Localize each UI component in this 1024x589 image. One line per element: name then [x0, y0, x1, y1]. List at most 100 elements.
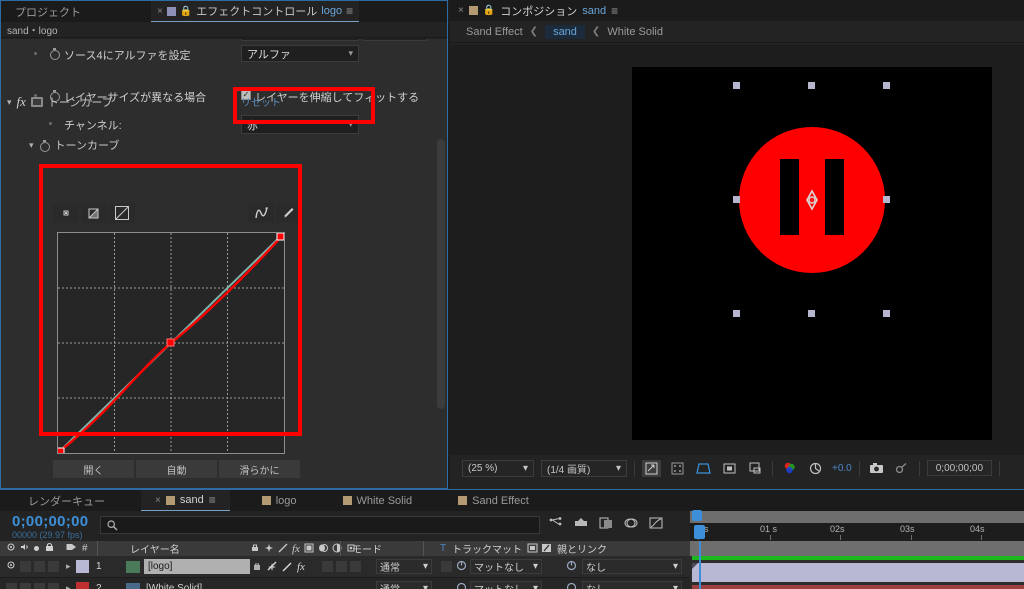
- layer-mode-dropdown[interactable]: 通常 ▾: [376, 581, 432, 589]
- tab-sand[interactable]: × sand ≡: [141, 490, 230, 511]
- channel-color-icon[interactable]: [780, 460, 799, 477]
- work-area-strip[interactable]: [690, 541, 1024, 556]
- selection-handle-tl[interactable]: [733, 82, 740, 89]
- stopwatch-icon[interactable]: [39, 139, 50, 152]
- tab-effect-controls[interactable]: × 🔒 エフェクトコントロール logo ≡: [151, 1, 360, 22]
- toggle-pixel-aspect-icon[interactable]: [746, 460, 765, 477]
- panel-menu-icon[interactable]: ≡: [346, 4, 353, 18]
- exposure-reset-icon[interactable]: [806, 460, 825, 477]
- layer-label-color[interactable]: [76, 582, 89, 589]
- work-area-start-handle[interactable]: [692, 510, 702, 521]
- layer-lock-toggle[interactable]: [48, 583, 59, 589]
- selection-handle-tr[interactable]: [883, 82, 890, 89]
- curve-box-small-icon[interactable]: [80, 203, 107, 223]
- zoom-level-dropdown[interactable]: (25 %) ▾: [462, 459, 534, 477]
- alpha-source-dropdown[interactable]: アルファ ▾: [241, 45, 359, 62]
- chevron-right-icon[interactable]: ▸: [66, 561, 71, 572]
- breadcrumb-item-sand-effect[interactable]: Sand Effect: [466, 26, 523, 38]
- chevron-down-icon[interactable]: ▾: [29, 140, 34, 151]
- breadcrumb-item-sand[interactable]: sand: [545, 24, 585, 39]
- selection-handle-ml[interactable]: [733, 196, 740, 203]
- curve-box-large-icon[interactable]: [108, 203, 135, 223]
- region-of-interest-icon[interactable]: [720, 460, 739, 477]
- layer-audio-toggle[interactable]: [20, 561, 31, 572]
- selection-handle-mr[interactable]: [883, 196, 890, 203]
- curve-smooth-button[interactable]: 滑らかに: [219, 460, 300, 478]
- selection-handle-bl[interactable]: [733, 310, 740, 317]
- toggle-transparency-grid-icon[interactable]: [642, 459, 661, 477]
- layer-name[interactable]: [White Solid]: [146, 583, 202, 589]
- effect-controls-scrollbar[interactable]: [437, 139, 445, 409]
- parent-link-dropdown[interactable]: なし ▾: [582, 559, 682, 574]
- effect-reset-link[interactable]: リセット: [241, 94, 281, 109]
- switch-box-3[interactable]: [350, 561, 361, 572]
- viewer-timecode[interactable]: 0;00;00;00: [926, 460, 993, 476]
- chevron-right-icon[interactable]: ▸: [66, 583, 71, 589]
- preserve-transparency-toggle[interactable]: [441, 561, 452, 572]
- selection-handle-bc[interactable]: [808, 310, 815, 317]
- layer-name[interactable]: [logo]: [144, 559, 250, 574]
- timeline-ruler[interactable]: 00s 01 s 02s 03s 04s: [690, 510, 1024, 541]
- tone-curve-group-header[interactable]: ▾ トーンカーブ: [23, 135, 119, 155]
- lock-icon[interactable]: 🔒: [483, 5, 495, 16]
- show-snapshot-icon[interactable]: [893, 460, 912, 477]
- current-time-display[interactable]: 0;00;00;00 00000 (29.97 fps): [12, 513, 88, 540]
- lock-icon[interactable]: 🔒: [180, 6, 192, 17]
- parent-pickwhip-icon[interactable]: [566, 582, 577, 589]
- effect-header-tone-curve[interactable]: ▾ fx トーンカーブ: [1, 92, 113, 112]
- curve-open-button[interactable]: 開く: [53, 460, 134, 478]
- tab-logo[interactable]: logo: [248, 490, 311, 511]
- close-icon[interactable]: ×: [458, 5, 464, 16]
- tab-project[interactable]: プロジェクト: [7, 4, 89, 20]
- selection-handle-br[interactable]: [883, 310, 890, 317]
- tab-sand-effect[interactable]: Sand Effect: [444, 490, 543, 511]
- resolution-dropdown[interactable]: (1/4 画質) ▾: [541, 459, 627, 477]
- layer-duration-bar-white-solid[interactable]: [692, 585, 1024, 589]
- breadcrumb-item-white-solid[interactable]: White Solid: [607, 26, 663, 38]
- switch-box-1[interactable]: [322, 561, 333, 572]
- layer-label-color[interactable]: [76, 560, 89, 573]
- point-tool-icon[interactable]: [53, 203, 79, 223]
- exposure-value[interactable]: +0.0: [832, 463, 852, 474]
- selection-handle-tc[interactable]: [808, 82, 815, 89]
- layer-switches[interactable]: [252, 561, 277, 571]
- track-matte-dropdown[interactable]: マットなし ▾: [470, 559, 542, 574]
- tab-white-solid[interactable]: White Solid: [329, 490, 427, 511]
- composition-canvas[interactable]: [632, 67, 992, 440]
- matte-link-icon[interactable]: [456, 560, 467, 574]
- curve-auto-button[interactable]: 自動: [136, 460, 217, 478]
- pencil-icon[interactable]: [276, 203, 303, 223]
- layer-visibility-toggle[interactable]: [6, 560, 16, 573]
- table-row[interactable]: ▸ 1 [logo] fx 通常 ▾ マットなし ▾ なし ▾: [0, 556, 690, 578]
- search-input[interactable]: [100, 516, 540, 534]
- layer-mode-dropdown[interactable]: 通常 ▾: [376, 559, 432, 574]
- timeline-track-area[interactable]: [690, 541, 1024, 589]
- parent-pickwhip-icon[interactable]: [566, 560, 577, 574]
- layer-audio-toggle[interactable]: [20, 583, 31, 589]
- layer-solo-toggle[interactable]: [34, 561, 45, 572]
- chevron-down-icon[interactable]: ▾: [7, 97, 12, 108]
- close-icon[interactable]: ×: [157, 6, 163, 17]
- toggle-mask-icon[interactable]: [668, 460, 687, 477]
- composition-viewer[interactable]: [450, 45, 1024, 455]
- snapshot-camera-icon[interactable]: [867, 460, 886, 477]
- layer-duration-bar-logo[interactable]: [692, 563, 1024, 582]
- close-icon[interactable]: ×: [155, 495, 161, 506]
- track-matte-dropdown[interactable]: マットなし ▾: [470, 581, 542, 589]
- switch-box-2[interactable]: [336, 561, 347, 572]
- curve-shape-icon[interactable]: [248, 203, 275, 223]
- panel-menu-icon[interactable]: ≡: [209, 493, 216, 507]
- tab-render-queue[interactable]: レンダーキュー: [14, 490, 119, 511]
- layer-visibility-toggle[interactable]: [6, 583, 17, 589]
- parent-link-dropdown[interactable]: なし ▾: [582, 581, 682, 589]
- work-area-bar[interactable]: [690, 511, 1024, 523]
- stopwatch-icon[interactable]: [49, 48, 60, 60]
- panel-menu-icon[interactable]: ≡: [611, 4, 618, 18]
- channel-dropdown[interactable]: 赤 ▾: [241, 115, 359, 134]
- layer-lock-toggle[interactable]: [48, 561, 59, 572]
- current-time-indicator-head[interactable]: [694, 525, 705, 539]
- matte-link-icon[interactable]: [456, 582, 467, 589]
- tone-curve-graph[interactable]: [57, 232, 285, 454]
- toggle-guides-icon[interactable]: [694, 460, 713, 477]
- current-time-indicator-line[interactable]: [699, 541, 701, 589]
